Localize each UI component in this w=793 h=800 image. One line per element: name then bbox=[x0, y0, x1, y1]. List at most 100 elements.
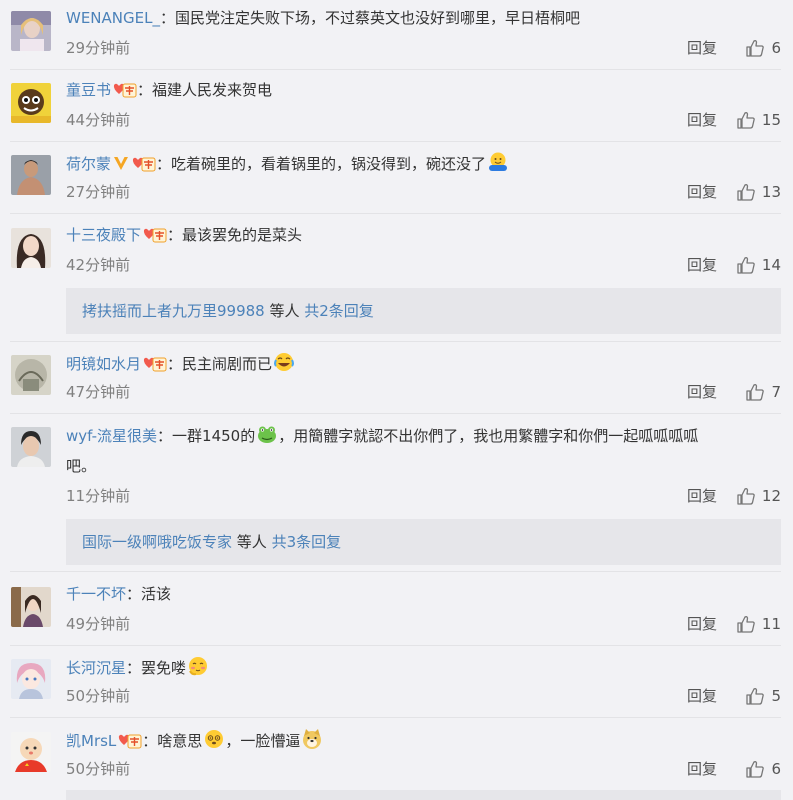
like-count: 5 bbox=[771, 687, 781, 705]
username[interactable]: 千一不坏 bbox=[66, 585, 126, 603]
hug-emoji-icon bbox=[487, 151, 509, 173]
reply-button[interactable]: 回复 bbox=[687, 38, 717, 58]
comment-text: 一群1450的 bbox=[172, 427, 256, 445]
like-button[interactable]: 15 bbox=[736, 110, 781, 130]
timestamp: 49分钟前 bbox=[66, 615, 131, 633]
like-count: 7 bbox=[771, 383, 781, 401]
like-count: 14 bbox=[761, 256, 781, 274]
avatar[interactable] bbox=[11, 155, 51, 195]
thumbs-up-icon bbox=[746, 40, 765, 57]
avatar[interactable] bbox=[11, 228, 51, 268]
timestamp: 42分钟前 bbox=[66, 256, 131, 274]
divider bbox=[10, 645, 781, 646]
reply-button[interactable]: 回复 bbox=[687, 486, 717, 506]
like-count: 11 bbox=[761, 615, 781, 633]
like-button[interactable]: 14 bbox=[736, 255, 781, 275]
shy-emoji-icon bbox=[187, 655, 209, 677]
avatar[interactable] bbox=[11, 11, 51, 51]
like-button[interactable]: 5 bbox=[745, 686, 781, 706]
comment-text: 福建人民发来贺电 bbox=[152, 81, 273, 99]
sub-replies-box[interactable]: 国际一级啊哦吃饭专家 等人 共3条回复 bbox=[66, 519, 781, 565]
comment-text: 罢免喽 bbox=[141, 659, 187, 677]
like-button[interactable]: 11 bbox=[736, 614, 781, 634]
comment-text: 民主闹剧而已 bbox=[182, 355, 273, 373]
username[interactable]: 十三夜殿下 bbox=[66, 226, 141, 244]
sub-reply-user[interactable]: 国际一级啊哦吃饭专家 bbox=[82, 533, 232, 551]
timestamp: 47分钟前 bbox=[66, 383, 131, 401]
reply-button[interactable]: 回复 bbox=[687, 686, 717, 706]
divider bbox=[10, 571, 781, 572]
sub-reply-user[interactable]: 拷扶摇而上者九万里99988 bbox=[82, 302, 265, 320]
username[interactable]: 童豆书 bbox=[66, 81, 111, 99]
like-button[interactable]: 6 bbox=[745, 38, 781, 58]
like-button[interactable]: 6 bbox=[745, 759, 781, 779]
like-count: 12 bbox=[761, 487, 781, 505]
reply-button[interactable]: 回复 bbox=[687, 382, 717, 402]
doge-emoji-icon bbox=[301, 728, 323, 750]
username[interactable]: 明镜如水月 bbox=[66, 355, 141, 373]
sub-reply-count-link[interactable]: 共3条回复 bbox=[272, 533, 342, 551]
thumbs-up-icon bbox=[746, 761, 765, 778]
avatar[interactable] bbox=[11, 659, 51, 699]
avatar[interactable] bbox=[11, 427, 51, 467]
vip-badge-icon bbox=[132, 154, 156, 172]
reply-button[interactable]: 回复 bbox=[687, 614, 717, 634]
vip-badge-icon bbox=[143, 225, 167, 243]
divider bbox=[10, 213, 781, 214]
username[interactable]: 长河沉星 bbox=[66, 659, 126, 677]
thumbs-up-icon bbox=[746, 384, 765, 401]
like-button[interactable]: 12 bbox=[736, 486, 781, 506]
reply-button[interactable]: 回复 bbox=[687, 255, 717, 275]
verified-v-icon bbox=[112, 154, 130, 172]
reply-button[interactable]: 回复 bbox=[687, 759, 717, 779]
avatar[interactable] bbox=[11, 355, 51, 395]
timestamp: 29分钟前 bbox=[66, 39, 131, 57]
like-button[interactable]: 7 bbox=[745, 382, 781, 402]
thumbs-up-icon bbox=[737, 184, 755, 201]
comment-text: 国民党注定失败下场，不过蔡英文也没好到哪里，早日梧桐吧 bbox=[175, 9, 581, 27]
sub-replies-box[interactable]: 拷扶摇而上者九万里99988 等人 共2条回复 bbox=[66, 288, 781, 334]
timestamp: 44分钟前 bbox=[66, 111, 131, 129]
avatar[interactable] bbox=[11, 732, 51, 772]
like-count: 15 bbox=[761, 111, 781, 129]
thumbs-up-icon bbox=[737, 616, 755, 633]
avatar[interactable] bbox=[11, 83, 51, 123]
timestamp: 11分钟前 bbox=[66, 487, 131, 505]
avatar[interactable] bbox=[11, 587, 51, 627]
username[interactable]: wyf-流星很美 bbox=[66, 427, 157, 445]
username[interactable]: 荷尔蒙 bbox=[66, 155, 111, 173]
vip-badge-icon bbox=[113, 80, 137, 98]
comment-text: 吃着碗里的，看着锅里的，锅没得到，碗还没了 bbox=[171, 155, 487, 173]
timestamp: 27分钟前 bbox=[66, 183, 131, 201]
divider bbox=[10, 717, 781, 718]
timestamp: 50分钟前 bbox=[66, 687, 131, 705]
reply-button[interactable]: 回复 bbox=[687, 182, 717, 202]
username[interactable]: WENANGEL_ bbox=[66, 9, 160, 27]
divider bbox=[10, 141, 781, 142]
like-count: 13 bbox=[761, 183, 781, 201]
dizzy-emoji-icon bbox=[203, 728, 225, 750]
comment-feed: WENANGEL_：国民党注定失败下场，不过蔡英文也没好到哪里，早日梧桐吧 29… bbox=[0, 0, 793, 800]
reply-button[interactable]: 回复 bbox=[687, 110, 717, 130]
thumbs-up-icon bbox=[737, 488, 755, 505]
like-count: 6 bbox=[771, 39, 781, 57]
thumbs-up-icon bbox=[737, 257, 755, 274]
username[interactable]: 凯MrsL bbox=[66, 732, 116, 750]
like-count: 6 bbox=[771, 760, 781, 778]
comment-text: 最该罢免的是菜头 bbox=[182, 226, 303, 244]
sub-replies-box[interactable] bbox=[66, 790, 781, 800]
timestamp: 50分钟前 bbox=[66, 760, 131, 778]
like-button[interactable]: 13 bbox=[736, 182, 781, 202]
divider bbox=[10, 69, 781, 70]
comment-text: 活该 bbox=[141, 585, 172, 603]
divider bbox=[10, 413, 781, 414]
comment-text: 啥意思 bbox=[157, 732, 203, 750]
vip-badge-icon bbox=[118, 731, 142, 749]
thumbs-up-icon bbox=[746, 688, 765, 705]
sub-reply-count-link[interactable]: 共2条回复 bbox=[304, 302, 374, 320]
divider bbox=[10, 341, 781, 342]
thumbs-up-icon bbox=[737, 112, 755, 129]
frog-emoji-icon bbox=[256, 423, 278, 445]
laugh-cry-emoji-icon bbox=[273, 351, 295, 373]
vip-badge-icon bbox=[143, 354, 167, 372]
